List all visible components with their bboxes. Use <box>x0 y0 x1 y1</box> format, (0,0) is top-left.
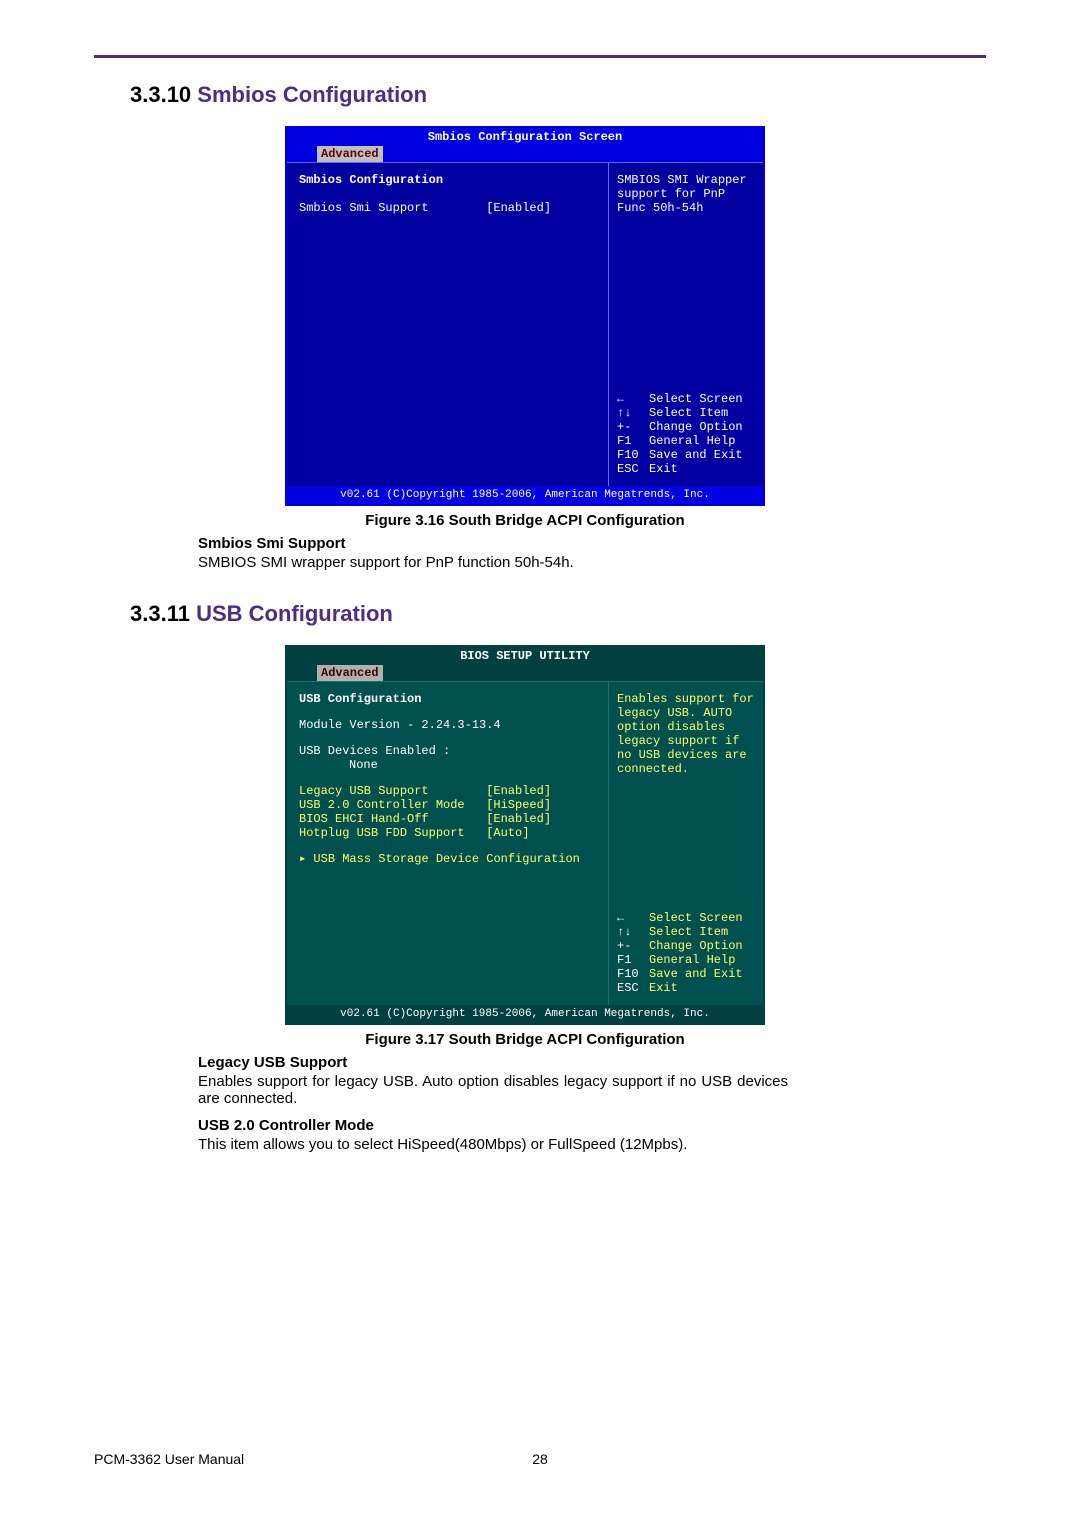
sub-text: Enables support for legacy USB. Auto opt… <box>198 1073 788 1107</box>
key-f10: F10 <box>617 967 649 981</box>
bios-option-value: [Enabled] <box>486 201 551 215</box>
key-text: Select Screen <box>649 392 743 406</box>
key-text: Change Option <box>649 420 743 434</box>
bios-option-ehci-handoff: BIOS EHCI Hand-Off [Enabled] <box>299 812 596 826</box>
bios-pane-heading: USB Configuration <box>299 692 596 706</box>
page-footer: PCM-3362 User Manual 28 <box>94 1451 986 1467</box>
bios-help-text: Enables support for legacy USB. AUTO opt… <box>617 692 755 776</box>
key-text: General Help <box>649 953 735 967</box>
bios-right-pane: SMBIOS SMI Wrapper support for PnP Func … <box>608 163 763 486</box>
section-number: 3.3.11 <box>130 601 190 626</box>
text-block-usb20-mode: USB 2.0 Controller Mode This item allows… <box>198 1117 788 1153</box>
page-top-rule <box>94 55 986 58</box>
key-left-icon: ← <box>617 911 649 925</box>
bios-devices-value: None <box>299 758 596 772</box>
key-esc: ESC <box>617 981 649 995</box>
bios-footer: v02.61 (C)Copyright 1985-2006, American … <box>287 1005 763 1023</box>
key-plusminus-icon: +- <box>617 939 649 953</box>
bios-option-value: [Auto] <box>486 826 529 840</box>
sub-text: This item allows you to select HiSpeed(4… <box>198 1136 788 1153</box>
bios-option-value: [Enabled] <box>486 812 551 826</box>
text-block-smbios: Smbios Smi Support SMBIOS SMI wrapper su… <box>198 535 788 571</box>
figure-caption-317: Figure 3.17 South Bridge ACPI Configurat… <box>285 1031 765 1048</box>
bios-option-legacy-usb: Legacy USB Support [Enabled] <box>299 784 596 798</box>
bios-option-smbios-smi: Smbios Smi Support [Enabled] <box>299 201 596 215</box>
section-heading-smbios: 3.3.10 Smbios Configuration <box>130 82 788 108</box>
bios-devices-label: USB Devices Enabled : <box>299 744 596 758</box>
bios-footer: v02.61 (C)Copyright 1985-2006, American … <box>287 486 763 504</box>
footer-manual-name: PCM-3362 User Manual <box>94 1451 244 1467</box>
bios-option-value: [Enabled] <box>486 784 551 798</box>
section-title: USB Configuration <box>196 601 393 626</box>
bios-option-value: [HiSpeed] <box>486 798 551 812</box>
key-esc: ESC <box>617 462 649 476</box>
bios-body: Smbios Configuration Smbios Smi Support … <box>287 162 763 486</box>
key-text: Select Screen <box>649 911 743 925</box>
key-text: Select Item <box>649 406 728 420</box>
figure-caption-316: Figure 3.16 South Bridge ACPI Configurat… <box>285 512 765 529</box>
footer-page-number: 28 <box>532 1451 548 1467</box>
bios-option-label: USB 2.0 Controller Mode <box>299 798 479 812</box>
key-updown-icon: ↑↓ <box>617 925 649 939</box>
bios-screenshot-smbios: Smbios Configuration Screen Advanced Smb… <box>285 126 765 529</box>
bios-option-label: BIOS EHCI Hand-Off <box>299 812 479 826</box>
section-number: 3.3.10 <box>130 82 191 107</box>
key-text: Select Item <box>649 925 728 939</box>
bios-body: USB Configuration Module Version - 2.24.… <box>287 681 763 1005</box>
key-text: Save and Exit <box>649 967 743 981</box>
sub-text: SMBIOS SMI wrapper support for PnP funct… <box>198 554 788 571</box>
bios-keys-list: ←Select Screen ↑↓Select Item +-Change Op… <box>617 911 755 995</box>
section-title: Smbios Configuration <box>197 82 427 107</box>
bios-option-usb20-mode: USB 2.0 Controller Mode [HiSpeed] <box>299 798 596 812</box>
bios-tab-row: Advanced <box>287 665 763 681</box>
key-left-icon: ← <box>617 392 649 406</box>
bios-left-pane: Smbios Configuration Smbios Smi Support … <box>287 163 608 486</box>
key-updown-icon: ↑↓ <box>617 406 649 420</box>
key-plusminus-icon: +- <box>617 420 649 434</box>
sub-heading: USB 2.0 Controller Mode <box>198 1117 788 1134</box>
bios-option-label: Legacy USB Support <box>299 784 479 798</box>
bios-frame: BIOS SETUP UTILITY Advanced USB Configur… <box>285 645 765 1025</box>
bios-submenu-mass-storage: ▸ USB Mass Storage Device Configuration <box>299 852 596 866</box>
bios-keys-list: ←Select Screen ↑↓Select Item +-Change Op… <box>617 392 755 476</box>
key-text: Exit <box>649 462 678 476</box>
key-f1: F1 <box>617 434 649 448</box>
bios-tab-advanced: Advanced <box>317 665 383 681</box>
key-f10: F10 <box>617 448 649 462</box>
bios-title: Smbios Configuration Screen <box>287 128 763 146</box>
bios-left-pane: USB Configuration Module Version - 2.24.… <box>287 682 608 1005</box>
key-text: Save and Exit <box>649 448 743 462</box>
bios-pane-heading: Smbios Configuration <box>299 173 596 187</box>
key-text: Change Option <box>649 939 743 953</box>
section-heading-usb: 3.3.11 USB Configuration <box>130 601 788 627</box>
bios-screenshot-usb: BIOS SETUP UTILITY Advanced USB Configur… <box>285 645 765 1048</box>
key-text: Exit <box>649 981 678 995</box>
bios-option-label: Smbios Smi Support <box>299 201 479 215</box>
bios-right-pane: Enables support for legacy USB. AUTO opt… <box>608 682 763 1005</box>
bios-tab-advanced: Advanced <box>317 146 383 162</box>
key-f1: F1 <box>617 953 649 967</box>
bios-title: BIOS SETUP UTILITY <box>287 647 763 665</box>
bios-module-version: Module Version - 2.24.3-13.4 <box>299 718 596 732</box>
page-content: 3.3.10 Smbios Configuration Smbios Confi… <box>130 82 788 1153</box>
key-text: General Help <box>649 434 735 448</box>
bios-help-text: SMBIOS SMI Wrapper support for PnP Func … <box>617 173 755 215</box>
text-block-legacy-usb: Legacy USB Support Enables support for l… <box>198 1054 788 1107</box>
bios-option-label: Hotplug USB FDD Support <box>299 826 479 840</box>
bios-frame: Smbios Configuration Screen Advanced Smb… <box>285 126 765 506</box>
bios-option-hotplug-fdd: Hotplug USB FDD Support [Auto] <box>299 826 596 840</box>
bios-tab-row: Advanced <box>287 146 763 162</box>
sub-heading: Legacy USB Support <box>198 1054 788 1071</box>
sub-heading: Smbios Smi Support <box>198 535 788 552</box>
